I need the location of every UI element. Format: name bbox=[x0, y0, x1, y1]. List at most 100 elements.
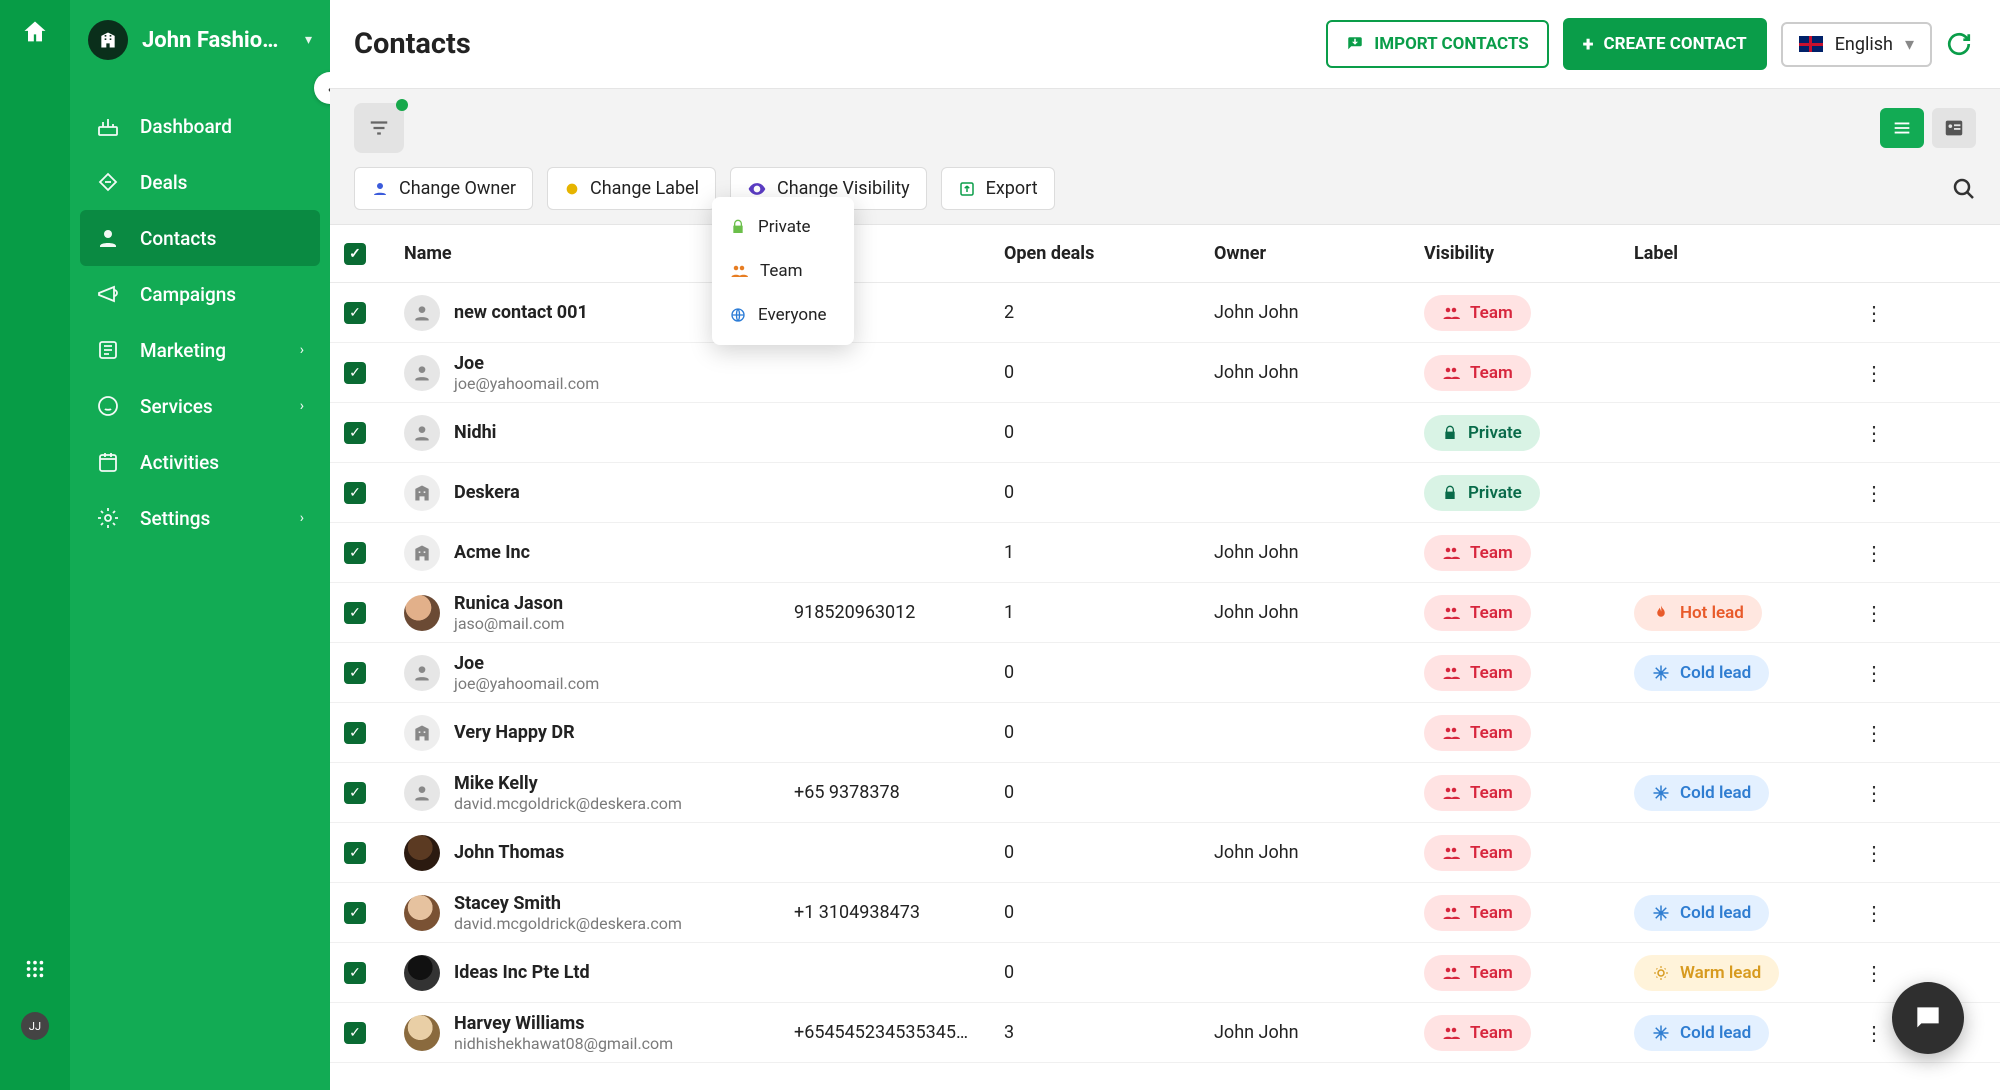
row-checkbox[interactable]: ✓ bbox=[344, 362, 366, 384]
sidebar-item-contacts[interactable]: Contacts bbox=[80, 210, 320, 266]
row-menu-button[interactable]: ⋮ bbox=[1854, 541, 1894, 565]
org-switcher[interactable]: John Fashio… ▾ bbox=[70, 0, 330, 84]
row-menu-button[interactable]: ⋮ bbox=[1854, 841, 1894, 865]
table-row[interactable]: ✓ Stacey Smithdavid.mcgoldrick@deskera.c… bbox=[330, 883, 2000, 943]
sidebar-item-label: Contacts bbox=[140, 227, 216, 250]
refresh-icon[interactable] bbox=[1946, 31, 1972, 57]
row-checkbox[interactable]: ✓ bbox=[344, 1022, 366, 1044]
row-checkbox[interactable]: ✓ bbox=[344, 902, 366, 924]
language-selector[interactable]: English ▾ bbox=[1781, 22, 1932, 67]
table-row[interactable]: ✓ new contact 001 2 John John Team ⋮ bbox=[330, 283, 2000, 343]
col-label[interactable]: Label bbox=[1634, 243, 1854, 264]
cell-phone: 918520963012 bbox=[794, 602, 1004, 623]
private-icon bbox=[1442, 425, 1458, 441]
visibility-option-private[interactable]: Private bbox=[712, 205, 854, 249]
row-menu-button[interactable]: ⋮ bbox=[1854, 481, 1894, 505]
row-checkbox[interactable]: ✓ bbox=[344, 962, 366, 984]
row-menu-button[interactable]: ⋮ bbox=[1854, 661, 1894, 685]
table-row[interactable]: ✓ Runica Jasonjaso@mail.com 918520963012… bbox=[330, 583, 2000, 643]
row-checkbox[interactable]: ✓ bbox=[344, 722, 366, 744]
sidebar-item-deals[interactable]: Deals bbox=[80, 154, 320, 210]
cell-owner: John John bbox=[1214, 302, 1424, 323]
contact-avatar bbox=[404, 655, 440, 691]
sidebar-item-label: Dashboard bbox=[140, 115, 232, 138]
cell-open-deals: 2 bbox=[1004, 302, 1214, 323]
sidebar-item-dashboard[interactable]: Dashboard bbox=[80, 98, 320, 154]
table-row[interactable]: ✓ Ideas Inc Pte Ltd 0 Team Warm lead ⋮ bbox=[330, 943, 2000, 1003]
row-menu-button[interactable]: ⋮ bbox=[1854, 721, 1894, 745]
table-row[interactable]: ✓ Acme Inc 1 John John Team ⋮ bbox=[330, 523, 2000, 583]
contact-name: Acme Inc bbox=[454, 542, 530, 563]
change-owner-button[interactable]: Change Owner bbox=[354, 167, 533, 210]
table-row[interactable]: ✓ Joejoe@yahoomail.com 0 John John Team … bbox=[330, 343, 2000, 403]
view-list-button[interactable] bbox=[1880, 108, 1924, 148]
change-label-label: Change Label bbox=[590, 178, 699, 199]
row-checkbox[interactable]: ✓ bbox=[344, 662, 366, 684]
table-row[interactable]: ✓ Mike Kellydavid.mcgoldrick@deskera.com… bbox=[330, 763, 2000, 823]
sidebar-item-services[interactable]: Services› bbox=[80, 378, 320, 434]
contact-name: Runica Jason bbox=[454, 593, 565, 614]
cell-open-deals: 0 bbox=[1004, 902, 1214, 923]
table-row[interactable]: ✓ Nidhi 0 Private ⋮ bbox=[330, 403, 2000, 463]
visibility-pill: Private bbox=[1424, 475, 1540, 511]
table-row[interactable]: ✓ Deskera 0 Private ⋮ bbox=[330, 463, 2000, 523]
topbar: Contacts IMPORT CONTACTS + CREATE CONTAC… bbox=[330, 0, 2000, 89]
export-button[interactable]: Export bbox=[941, 167, 1055, 210]
row-checkbox[interactable]: ✓ bbox=[344, 302, 366, 324]
row-checkbox[interactable]: ✓ bbox=[344, 842, 366, 864]
row-menu-button[interactable]: ⋮ bbox=[1854, 901, 1894, 925]
sidebar-item-label: Campaigns bbox=[140, 283, 236, 306]
col-visibility[interactable]: Visibility bbox=[1424, 243, 1634, 264]
row-menu-button[interactable]: ⋮ bbox=[1854, 601, 1894, 625]
search-icon[interactable] bbox=[1952, 177, 1976, 201]
row-menu-button[interactable]: ⋮ bbox=[1854, 1021, 1894, 1045]
table-row[interactable]: ✓ John Thomas 0 John John Team ⋮ bbox=[330, 823, 2000, 883]
contact-avatar bbox=[404, 955, 440, 991]
table-row[interactable]: ✓ Very Happy DR 0 Team ⋮ bbox=[330, 703, 2000, 763]
apps-icon[interactable] bbox=[24, 958, 46, 980]
home-icon[interactable] bbox=[21, 18, 49, 46]
row-checkbox[interactable]: ✓ bbox=[344, 422, 366, 444]
row-menu-button[interactable]: ⋮ bbox=[1854, 781, 1894, 805]
chevron-right-icon: › bbox=[300, 342, 304, 358]
col-owner[interactable]: Owner bbox=[1214, 243, 1424, 264]
create-contact-button[interactable]: + CREATE CONTACT bbox=[1563, 18, 1767, 70]
row-checkbox[interactable]: ✓ bbox=[344, 602, 366, 624]
change-owner-label: Change Owner bbox=[399, 178, 516, 199]
table-row[interactable]: ✓ Harvey Williamsnidhishekhawat08@gmail.… bbox=[330, 1003, 2000, 1063]
contact-avatar bbox=[404, 595, 440, 631]
row-checkbox[interactable]: ✓ bbox=[344, 542, 366, 564]
import-contacts-button[interactable]: IMPORT CONTACTS bbox=[1326, 20, 1549, 68]
change-label-button[interactable]: Change Label bbox=[547, 167, 716, 210]
sidebar-item-settings[interactable]: Settings› bbox=[80, 490, 320, 546]
row-menu-button[interactable]: ⋮ bbox=[1854, 961, 1894, 985]
cell-open-deals: 3 bbox=[1004, 1022, 1214, 1043]
sidebar-item-marketing[interactable]: Marketing› bbox=[80, 322, 320, 378]
sidebar-item-label: Settings bbox=[140, 507, 210, 530]
row-menu-button[interactable]: ⋮ bbox=[1854, 361, 1894, 385]
select-all-checkbox[interactable]: ✓ bbox=[344, 243, 366, 265]
visibility-pill: Private bbox=[1424, 415, 1540, 451]
marketing-icon bbox=[96, 338, 122, 362]
table-row[interactable]: ✓ Joejoe@yahoomail.com 0 Team Cold lead … bbox=[330, 643, 2000, 703]
view-card-button[interactable] bbox=[1932, 108, 1976, 148]
contact-name: Nidhi bbox=[454, 422, 496, 443]
visibility-pill: Team bbox=[1424, 655, 1531, 691]
visibility-option-everyone[interactable]: Everyone bbox=[712, 293, 854, 337]
contact-name: Joe bbox=[454, 353, 599, 374]
main-area: Contacts IMPORT CONTACTS + CREATE CONTAC… bbox=[330, 0, 2000, 1090]
row-checkbox[interactable]: ✓ bbox=[344, 782, 366, 804]
chat-widget-button[interactable] bbox=[1892, 982, 1964, 1054]
label-pill: Warm lead bbox=[1634, 955, 1779, 991]
row-menu-button[interactable]: ⋮ bbox=[1854, 301, 1894, 325]
sidebar-item-label: Activities bbox=[140, 451, 219, 474]
row-checkbox[interactable]: ✓ bbox=[344, 482, 366, 504]
sidebar-item-campaigns[interactable]: Campaigns bbox=[80, 266, 320, 322]
row-menu-button[interactable]: ⋮ bbox=[1854, 421, 1894, 445]
visibility-option-team[interactable]: Team bbox=[712, 249, 854, 293]
toolbar-strip: Change Owner Change Label Change Visibil… bbox=[330, 89, 2000, 225]
user-avatar-badge[interactable]: JJ bbox=[21, 1012, 49, 1040]
col-open-deals[interactable]: Open deals bbox=[1004, 243, 1214, 264]
filter-button[interactable] bbox=[354, 103, 404, 153]
sidebar-item-activities[interactable]: Activities bbox=[80, 434, 320, 490]
